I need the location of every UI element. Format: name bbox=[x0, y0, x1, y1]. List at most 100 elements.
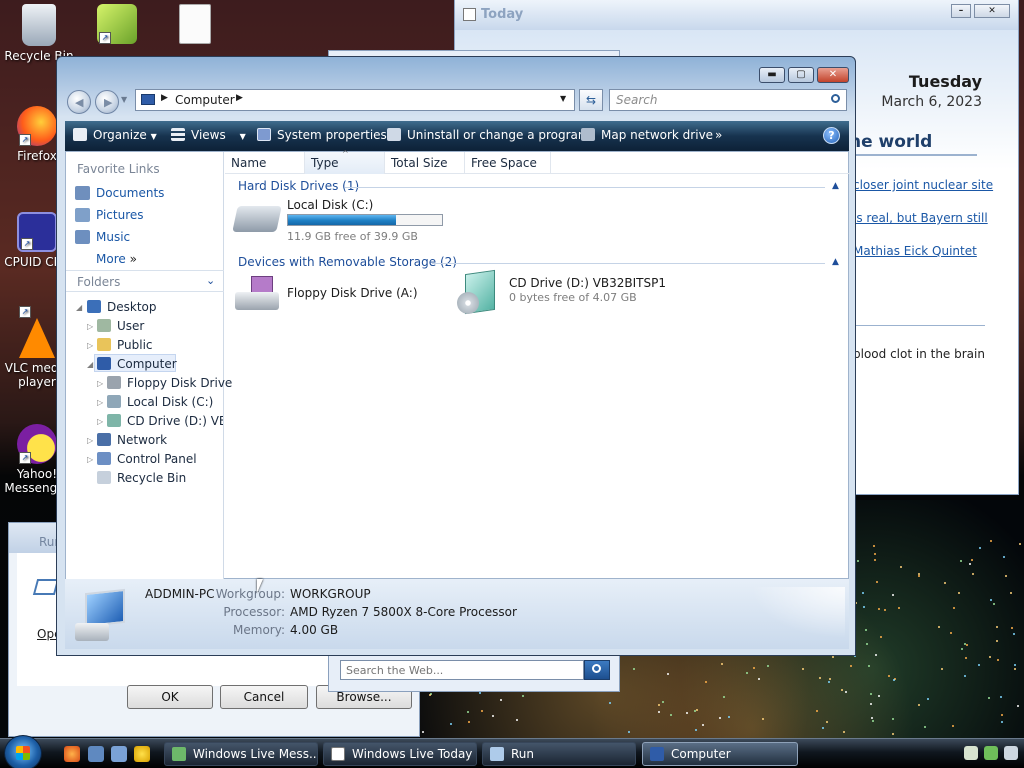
address-bar[interactable]: ▶ Computer ▶ ▼ bbox=[135, 89, 575, 111]
address-dropdown-icon[interactable]: ▼ bbox=[560, 94, 566, 103]
search-icon[interactable] bbox=[831, 94, 840, 103]
tree-item-floppy[interactable]: Floppy Disk Drive bbox=[107, 376, 232, 390]
folders-header[interactable]: Folders ⌄ bbox=[66, 270, 224, 292]
more-commands-button[interactable]: » bbox=[715, 128, 722, 142]
file-list: Name Type ^ Total Size Free Space Hard D… bbox=[225, 149, 850, 580]
desktop-icon-text-file[interactable] bbox=[158, 4, 232, 47]
collapse-group-icon[interactable]: ▲ bbox=[832, 257, 839, 267]
search-web-button[interactable] bbox=[584, 660, 610, 680]
uninstall-program-button[interactable]: Uninstall or change a program bbox=[387, 128, 590, 142]
start-button[interactable] bbox=[4, 735, 42, 768]
help-button[interactable]: ? bbox=[823, 127, 840, 144]
tree-collapsed-icon[interactable]: ▷ bbox=[97, 379, 103, 388]
address-text[interactable]: Computer bbox=[175, 93, 235, 107]
tree-item-control-panel[interactable]: Control Panel bbox=[97, 452, 197, 466]
favorite-link-documents[interactable]: Documents bbox=[75, 186, 164, 200]
tree-collapsed-icon[interactable]: ▷ bbox=[87, 455, 93, 464]
tray-network-icon[interactable] bbox=[964, 746, 978, 760]
tree-item-recycle-bin[interactable]: Recycle Bin bbox=[97, 471, 186, 485]
tree-item-local-disk[interactable]: Local Disk (C:) bbox=[107, 395, 213, 409]
search-web-input[interactable] bbox=[340, 660, 584, 680]
refresh-button[interactable]: ⇆ bbox=[579, 89, 603, 111]
city-light bbox=[816, 709, 819, 712]
tree-item-cd-drive[interactable]: CD Drive (D:) VB32 bbox=[107, 414, 223, 428]
today-news-link[interactable]: closer joint nuclear site bbox=[853, 178, 993, 192]
group-header-removable[interactable]: Devices with Removable Storage (2) bbox=[238, 255, 457, 269]
tree-item-label: Local Disk (C:) bbox=[127, 395, 214, 409]
drive-item-local-disk[interactable]: Local Disk (C:) 11.9 GB free of 39.9 GB bbox=[232, 196, 453, 243]
close-button[interactable]: ✕ bbox=[817, 67, 849, 83]
city-light bbox=[899, 566, 902, 569]
map-network-drive-button[interactable]: Map network drive bbox=[581, 128, 713, 142]
column-header-name[interactable]: Name bbox=[225, 152, 305, 174]
city-light bbox=[819, 677, 822, 680]
mouse-cursor-icon bbox=[257, 579, 263, 593]
desktop-icon-notepad[interactable]: ↗ bbox=[80, 4, 154, 47]
city-light bbox=[831, 656, 834, 659]
yahoo-quicklaunch-icon[interactable] bbox=[134, 746, 150, 762]
today-news-link[interactable]: Mathias Eick Quintet bbox=[853, 244, 977, 258]
tree-item-desktop[interactable]: Desktop bbox=[87, 300, 157, 314]
ok-button[interactable]: OK bbox=[127, 685, 213, 709]
column-headers: Name Type ^ Total Size Free Space bbox=[225, 149, 850, 174]
views-button[interactable]: Views ▼ bbox=[171, 128, 246, 142]
drive-item-floppy[interactable]: Floppy Disk Drive (A:) bbox=[233, 272, 443, 316]
city-light bbox=[893, 679, 896, 682]
history-dropdown-icon[interactable]: ▼ bbox=[121, 95, 127, 104]
system-properties-button[interactable]: System properties bbox=[257, 128, 387, 142]
taskbar-button-run[interactable]: Run bbox=[482, 742, 636, 766]
city-light bbox=[863, 605, 866, 608]
city-light bbox=[872, 544, 875, 547]
city-light bbox=[762, 718, 765, 721]
city-light bbox=[1013, 633, 1016, 636]
tree-collapsed-icon[interactable]: ▷ bbox=[87, 322, 93, 331]
tree-collapsed-icon[interactable]: ▷ bbox=[87, 436, 93, 445]
forward-button[interactable]: ▶ bbox=[95, 90, 119, 114]
drive-item-cd[interactable]: CD Drive (D:) VB32BITSP1 0 bytes free of… bbox=[455, 269, 685, 318]
favorite-link-pictures[interactable]: Pictures bbox=[75, 208, 144, 222]
tray-volume-icon[interactable] bbox=[1004, 746, 1018, 760]
tree-item-network[interactable]: Network bbox=[97, 433, 167, 447]
favorite-link-music[interactable]: Music bbox=[75, 230, 130, 244]
search-box[interactable]: Search bbox=[609, 89, 847, 111]
tree-item-label: Computer bbox=[117, 357, 177, 371]
city-light bbox=[667, 672, 670, 675]
minimize-button[interactable]: – bbox=[951, 4, 971, 18]
tree-collapsed-icon[interactable]: ▷ bbox=[97, 417, 103, 426]
city-light bbox=[723, 695, 726, 698]
column-header-total-size[interactable]: Total Size bbox=[385, 152, 465, 174]
tree-collapsed-icon[interactable]: ▷ bbox=[97, 398, 103, 407]
minimize-button[interactable]: ▬ bbox=[759, 67, 785, 83]
back-button[interactable]: ◀ bbox=[67, 90, 91, 114]
today-news-link[interactable]: is real, but Bayern still bbox=[853, 211, 988, 225]
tree-expanded-icon[interactable]: ◢ bbox=[87, 360, 93, 369]
cancel-button[interactable]: Cancel bbox=[220, 685, 308, 709]
switch-windows-icon[interactable] bbox=[111, 746, 127, 762]
city-light bbox=[941, 667, 944, 670]
city-light bbox=[892, 718, 895, 721]
tree-item-user[interactable]: User bbox=[97, 319, 144, 333]
city-light bbox=[888, 675, 891, 678]
close-button[interactable]: ✕ bbox=[974, 4, 1010, 18]
city-light bbox=[628, 730, 631, 733]
favorite-link-more[interactable]: More » bbox=[96, 252, 137, 266]
tree-expanded-icon[interactable]: ◢ bbox=[76, 303, 82, 312]
column-header-free-space[interactable]: Free Space bbox=[465, 152, 551, 174]
tree-item-public[interactable]: Public bbox=[97, 338, 153, 352]
group-header-hard-disks[interactable]: Hard Disk Drives (1) bbox=[238, 179, 359, 193]
taskbar-button-live-today[interactable]: Windows Live Today bbox=[323, 742, 477, 766]
collapse-group-icon[interactable]: ▲ bbox=[832, 181, 839, 191]
tree-collapsed-icon[interactable]: ▷ bbox=[87, 341, 93, 350]
explorer-window[interactable]: ▬ ▢ ✕ ◀ ▶ ▼ ▶ Computer ▶ ▼ ⇆ Search Orga… bbox=[56, 56, 856, 656]
organize-button[interactable]: Organize ▼ bbox=[73, 128, 157, 142]
tree-item-computer[interactable]: Computer bbox=[97, 357, 177, 371]
city-light bbox=[952, 724, 955, 727]
taskbar-button-messenger[interactable]: Windows Live Mess... bbox=[164, 742, 318, 766]
maximize-button[interactable]: ▢ bbox=[788, 67, 814, 83]
firefox-quicklaunch-icon[interactable] bbox=[64, 746, 80, 762]
desktop-icon-recycle-bin[interactable]: Recycle Bin bbox=[2, 4, 76, 63]
tray-messenger-icon[interactable] bbox=[984, 746, 998, 760]
taskbar-button-computer[interactable]: Computer bbox=[642, 742, 798, 766]
show-desktop-icon[interactable] bbox=[88, 746, 104, 762]
messenger-icon bbox=[172, 747, 186, 761]
